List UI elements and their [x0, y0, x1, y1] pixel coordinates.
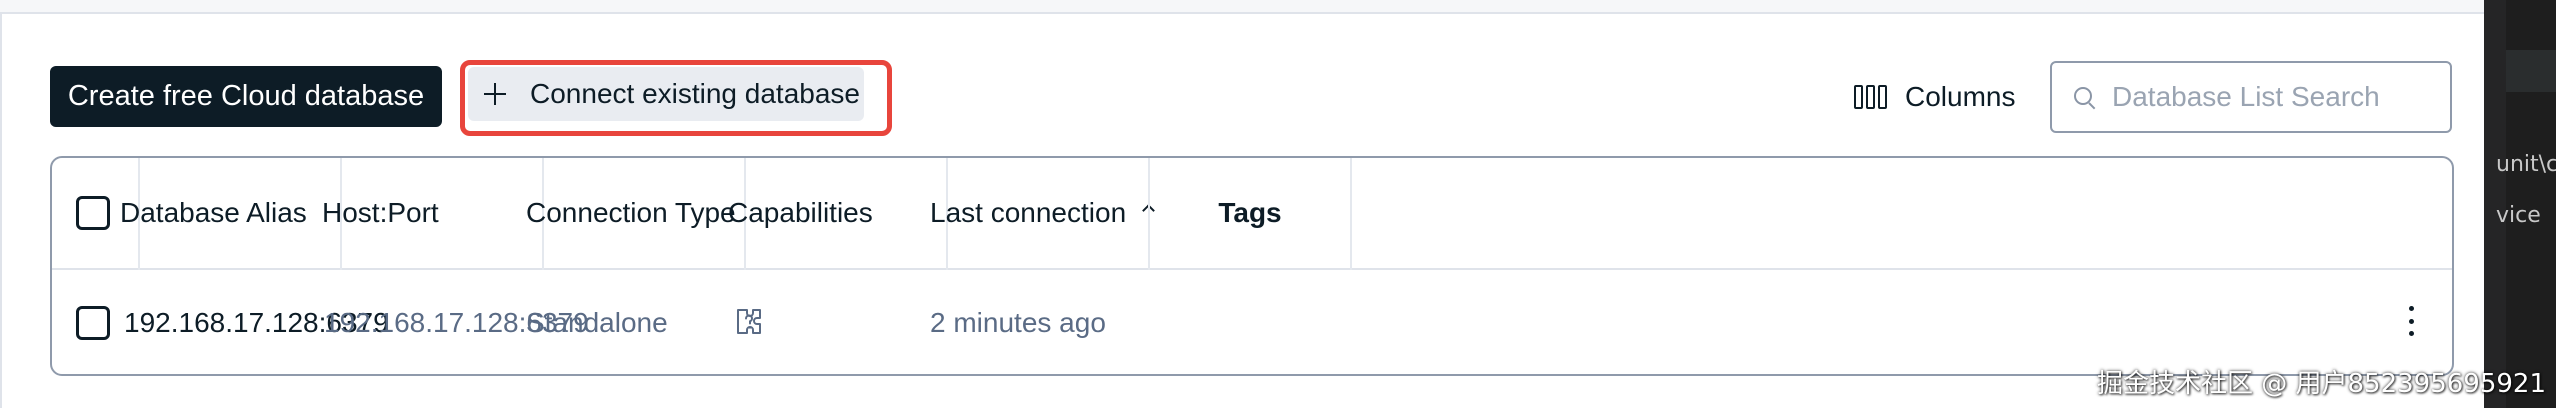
header-connection-type[interactable]: Connection Type: [526, 158, 736, 268]
header-last-connection-label: Last connection: [930, 197, 1127, 228]
header-last-connection[interactable]: Last connection: [930, 158, 1156, 268]
puzzle-question-icon[interactable]: [734, 306, 768, 340]
table-header-row: Database Alias Host:Port Connection Type…: [52, 158, 2452, 270]
database-table: Database Alias Host:Port Connection Type…: [50, 156, 2454, 376]
header-database-alias-label: Database Alias: [120, 197, 307, 228]
app-area: Create free Cloud database Connect exist…: [0, 0, 2484, 408]
background-editor-window: unit\co vice: [2484, 0, 2556, 408]
row-actions-menu-icon[interactable]: [2406, 306, 2416, 336]
header-capabilities[interactable]: Capabilities: [728, 158, 873, 268]
row-capabilities: [734, 270, 768, 374]
header-capabilities-label: Capabilities: [728, 197, 873, 228]
columns-button[interactable]: Columns: [1854, 76, 2015, 118]
header-host-port-label: Host:Port: [322, 197, 439, 228]
row-last-connection: 2 minutes ago: [930, 307, 1106, 338]
editor-line-highlight: [2506, 50, 2556, 92]
plus-icon: [484, 83, 506, 105]
editor-text-line: unit\co: [2496, 152, 2556, 177]
row-select-checkbox[interactable]: [76, 306, 110, 340]
select-all-checkbox[interactable]: [76, 196, 110, 230]
header-connection-type-label: Connection Type: [526, 197, 736, 228]
columns-label: Columns: [1905, 81, 2016, 112]
connect-existing-database-label: Connect existing database: [530, 78, 860, 109]
header-database-alias[interactable]: Database Alias: [120, 158, 320, 268]
database-list-search[interactable]: [2050, 61, 2452, 133]
header-tags[interactable]: Tags: [1150, 158, 1350, 268]
columns-icon: [1854, 85, 1887, 109]
row-connection-type: Standalone: [526, 307, 668, 338]
header-host-port[interactable]: Host:Port: [322, 158, 439, 268]
column-divider: [1350, 158, 1352, 270]
database-list-panel: Create free Cloud database Connect exist…: [0, 12, 2484, 408]
create-free-cloud-database-button[interactable]: Create free Cloud database: [50, 66, 442, 127]
search-icon: [2074, 87, 2094, 107]
search-input[interactable]: [2110, 80, 2434, 114]
connect-existing-database-button[interactable]: Connect existing database: [468, 67, 864, 121]
editor-text-line: vice: [2496, 203, 2541, 228]
header-tags-label: Tags: [1218, 197, 1282, 228]
watermark-text: 掘金技术社区 @ 用户852395695921: [2096, 369, 2546, 399]
